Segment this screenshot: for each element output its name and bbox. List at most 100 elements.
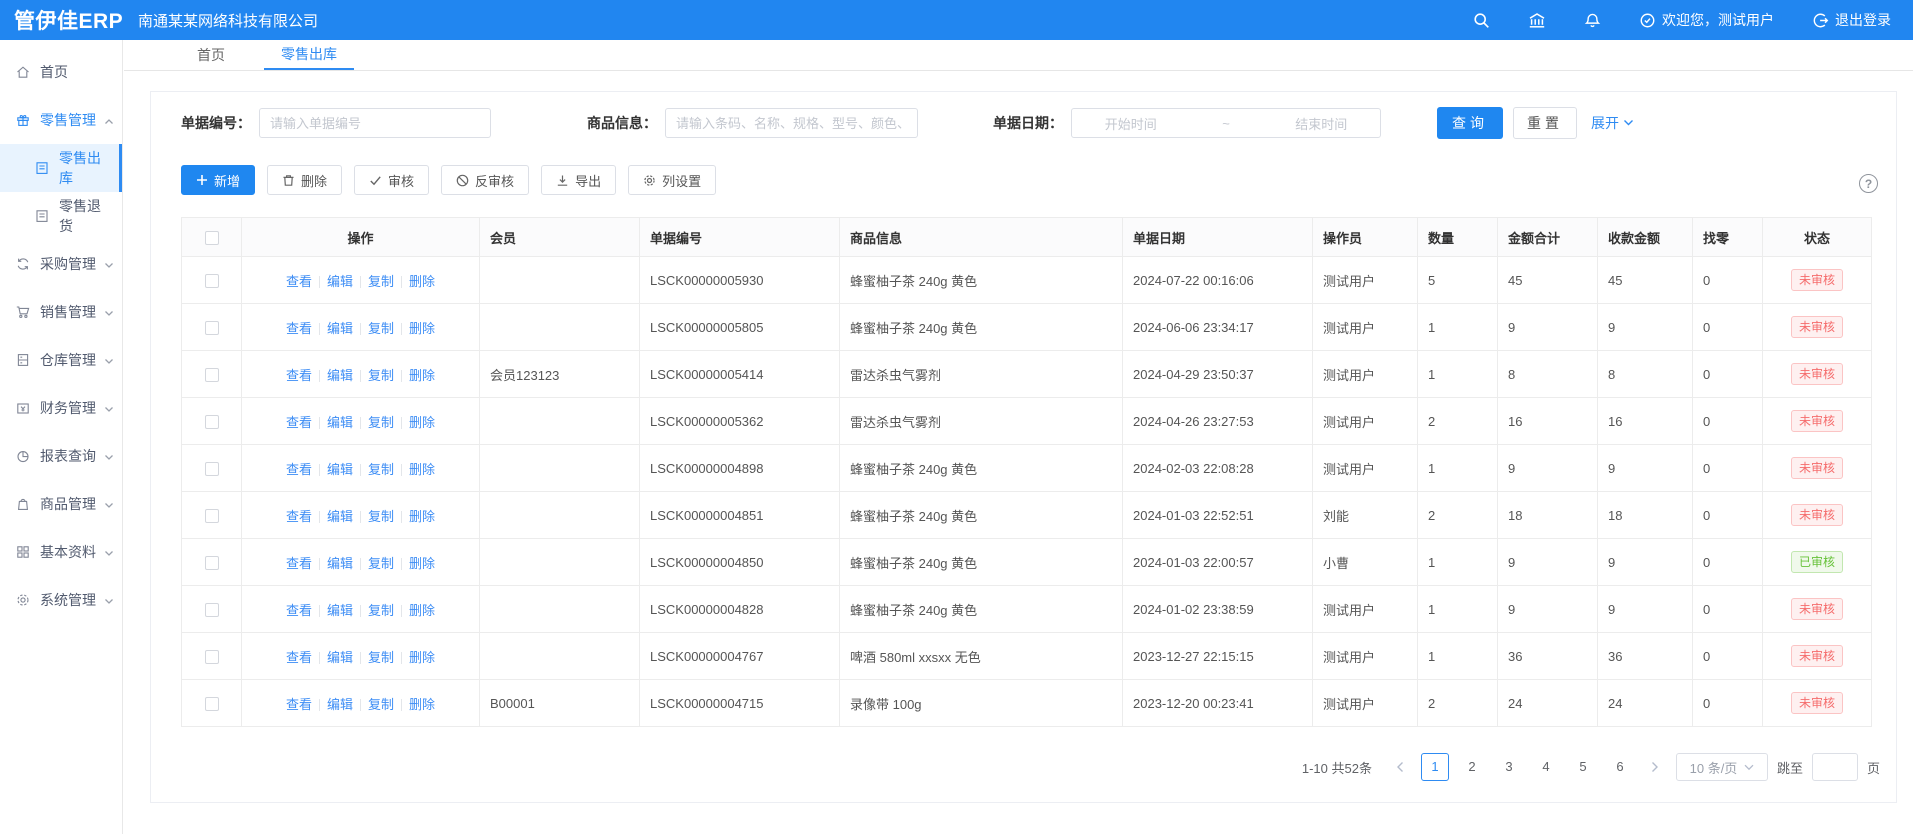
action-copy[interactable]: 复制 [368, 509, 394, 524]
jump-page-input[interactable] [1812, 753, 1858, 781]
search-icon[interactable] [1473, 12, 1490, 29]
action-edit[interactable]: 编辑 [327, 697, 353, 712]
row-checkbox[interactable] [205, 697, 219, 711]
action-view[interactable]: 查看 [286, 650, 312, 665]
action-view[interactable]: 查看 [286, 321, 312, 336]
column-settings-button[interactable]: 列设置 [628, 165, 716, 195]
expand-link[interactable]: 展开 [1591, 113, 1634, 133]
row-checkbox[interactable] [205, 603, 219, 617]
action-view[interactable]: 查看 [286, 415, 312, 430]
row-checkbox[interactable] [205, 415, 219, 429]
select-all-checkbox[interactable] [205, 231, 219, 245]
action-view[interactable]: 查看 [286, 556, 312, 571]
action-edit[interactable]: 编辑 [327, 509, 353, 524]
action-delete[interactable]: 删除 [409, 697, 435, 712]
action-edit[interactable]: 编辑 [327, 368, 353, 383]
action-copy[interactable]: 复制 [368, 697, 394, 712]
date-end-placeholder[interactable]: 结束时间 [1295, 114, 1347, 133]
page-button-1[interactable]: 1 [1421, 753, 1449, 781]
action-separator [401, 605, 402, 617]
tab-retail-outbound[interactable]: 零售出库 [264, 40, 354, 70]
prev-page-button[interactable] [1388, 761, 1412, 773]
help-icon[interactable]: ? [1859, 174, 1878, 193]
action-delete[interactable]: 删除 [409, 509, 435, 524]
action-edit[interactable]: 编辑 [327, 603, 353, 618]
action-copy[interactable]: 复制 [368, 321, 394, 336]
sidebar-item-3[interactable]: 零售退货 [0, 192, 122, 240]
delete-button[interactable]: 删除 [267, 165, 342, 195]
action-copy[interactable]: 复制 [368, 368, 394, 383]
action-edit[interactable]: 编辑 [327, 321, 353, 336]
welcome-user[interactable]: 欢迎您，测试用户 [1639, 10, 1774, 30]
action-delete[interactable]: 删除 [409, 274, 435, 289]
action-delete[interactable]: 删除 [409, 462, 435, 477]
action-copy[interactable]: 复制 [368, 556, 394, 571]
sidebar-item-10[interactable]: 基本资料 [0, 528, 122, 576]
action-copy[interactable]: 复制 [368, 462, 394, 477]
page-button-3[interactable]: 3 [1495, 753, 1523, 781]
sidebar-item-0[interactable]: 首页 [0, 48, 122, 96]
action-delete[interactable]: 删除 [409, 650, 435, 665]
row-checkbox[interactable] [205, 321, 219, 335]
sidebar-item-5[interactable]: 销售管理 [0, 288, 122, 336]
tab-home[interactable]: 首页 [180, 40, 242, 70]
action-copy[interactable]: 复制 [368, 603, 394, 618]
row-checkbox[interactable] [205, 650, 219, 664]
gear-icon [15, 592, 31, 608]
action-edit[interactable]: 编辑 [327, 462, 353, 477]
add-button[interactable]: 新增 [181, 165, 255, 195]
page-button-4[interactable]: 4 [1532, 753, 1560, 781]
row-checkbox[interactable] [205, 368, 219, 382]
action-view[interactable]: 查看 [286, 603, 312, 618]
next-page-button[interactable] [1643, 761, 1667, 773]
row-checkbox[interactable] [205, 274, 219, 288]
action-view[interactable]: 查看 [286, 697, 312, 712]
action-view[interactable]: 查看 [286, 368, 312, 383]
action-view[interactable]: 查看 [286, 274, 312, 289]
row-checkbox[interactable] [205, 462, 219, 476]
search-button[interactable]: 查询 [1437, 107, 1503, 139]
action-copy[interactable]: 复制 [368, 274, 394, 289]
action-view[interactable]: 查看 [286, 509, 312, 524]
sidebar-item-6[interactable]: 仓库管理 [0, 336, 122, 384]
action-delete[interactable]: 删除 [409, 415, 435, 430]
action-view[interactable]: 查看 [286, 462, 312, 477]
action-delete[interactable]: 删除 [409, 603, 435, 618]
bank-icon[interactable] [1528, 12, 1546, 29]
date-start-placeholder[interactable]: 开始时间 [1105, 114, 1157, 133]
sidebar-item-1[interactable]: 零售管理 [0, 96, 122, 144]
row-checkbox[interactable] [205, 556, 219, 570]
action-edit[interactable]: 编辑 [327, 415, 353, 430]
sidebar-item-2[interactable]: 零售出库 [0, 144, 122, 192]
bell-icon[interactable] [1584, 12, 1601, 29]
action-delete[interactable]: 删除 [409, 368, 435, 383]
product-info-input[interactable] [665, 108, 918, 138]
action-delete[interactable]: 删除 [409, 556, 435, 571]
action-delete[interactable]: 删除 [409, 321, 435, 336]
sidebar-item-9[interactable]: 商品管理 [0, 480, 122, 528]
action-copy[interactable]: 复制 [368, 415, 394, 430]
action-edit[interactable]: 编辑 [327, 556, 353, 571]
audit-button[interactable]: 审核 [354, 165, 429, 195]
date-range-picker[interactable]: 开始时间 ~ 结束时间 [1071, 108, 1381, 138]
bill-no-input[interactable] [259, 108, 491, 138]
row-checkbox[interactable] [205, 509, 219, 523]
page-size-select[interactable]: 10 条/页 [1676, 753, 1768, 781]
sidebar-item-4[interactable]: 采购管理 [0, 240, 122, 288]
cell-checkbox [182, 257, 242, 304]
page-button-5[interactable]: 5 [1569, 753, 1597, 781]
sidebar-item-7[interactable]: 财务管理 [0, 384, 122, 432]
export-button[interactable]: 导出 [541, 165, 616, 195]
page-button-6[interactable]: 6 [1606, 753, 1634, 781]
page-button-2[interactable]: 2 [1458, 753, 1486, 781]
action-edit[interactable]: 编辑 [327, 274, 353, 289]
reset-button[interactable]: 重置 [1513, 107, 1577, 139]
cell-bill-no: LSCK00000005805 [640, 304, 840, 351]
logout-button[interactable]: 退出登录 [1812, 10, 1891, 30]
unaudit-button[interactable]: 反审核 [441, 165, 529, 195]
sidebar-item-8[interactable]: 报表查询 [0, 432, 122, 480]
sidebar-item-11[interactable]: 系统管理 [0, 576, 122, 624]
action-edit[interactable]: 编辑 [327, 650, 353, 665]
cell-received: 18 [1598, 492, 1693, 539]
action-copy[interactable]: 复制 [368, 650, 394, 665]
